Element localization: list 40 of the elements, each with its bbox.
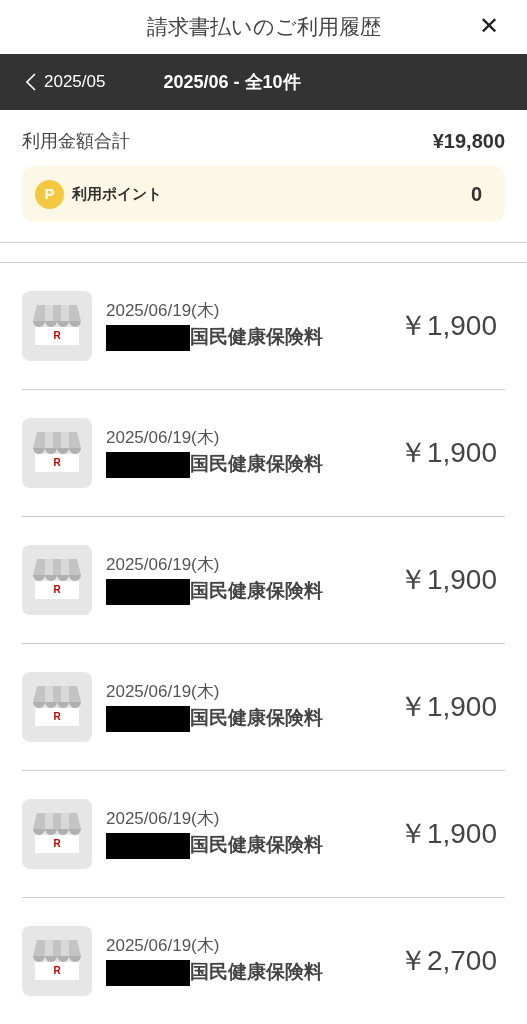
- store-icon: R: [22, 672, 92, 742]
- transaction-date: 2025/06/19(木): [106, 554, 221, 576]
- transaction-name: 国民健康保険料: [190, 325, 323, 350]
- transaction-row[interactable]: R 2025/06/19(木) 国民健康保険料 ￥1,900: [22, 644, 505, 771]
- store-icon: R: [22, 799, 92, 869]
- store-icon: R: [22, 291, 92, 361]
- transaction-date: 2025/06/19(木): [106, 808, 221, 830]
- current-month: 2025/06 - 全10件: [163, 70, 301, 94]
- transaction-amount: ￥1,900: [398, 309, 497, 343]
- points-label: 利用ポイント: [72, 183, 162, 204]
- transaction-name: 国民健康保険料: [190, 452, 323, 477]
- transaction-name: 国民健康保険料: [190, 706, 323, 731]
- transaction-amount: ￥1,900: [398, 563, 497, 597]
- transaction-name: 国民健康保険料: [190, 579, 323, 604]
- close-button[interactable]: ✕: [475, 10, 503, 42]
- chevron-left-icon: [26, 73, 36, 91]
- store-icon: R: [22, 418, 92, 488]
- points-value: 0: [470, 182, 482, 207]
- total-amount: ¥19,800: [432, 129, 505, 154]
- transaction-row[interactable]: R 2025/06/19(木) 国民健康保険料 ￥1,900: [22, 771, 505, 898]
- store-icon: R: [22, 545, 92, 615]
- store-icon: R: [22, 926, 92, 996]
- transaction-amount: ￥1,900: [398, 690, 497, 724]
- points-badge: P: [35, 179, 64, 209]
- total-label: 利用金額合計: [22, 129, 130, 153]
- screen-title: 請求書払いのご利用履歴: [146, 14, 381, 41]
- transaction-amount: ￥1,900: [398, 817, 497, 851]
- transaction-name: 国民健康保険料: [190, 960, 323, 985]
- previous-month-button[interactable]: 2025/05: [26, 69, 106, 95]
- transaction-amount: ￥1,900: [398, 436, 497, 470]
- transaction-amount: ￥2,700: [398, 944, 497, 978]
- transaction-row[interactable]: R 2025/06/19(木) 国民健康保険料 ￥1,900: [22, 517, 505, 644]
- transaction-row[interactable]: R 2025/06/19(木) 国民健康保険料 ￥2,700: [22, 898, 505, 1024]
- transaction-date: 2025/06/19(木): [106, 681, 221, 703]
- transaction-row[interactable]: R 2025/06/19(木) 国民健康保険料 ￥1,900: [22, 263, 505, 390]
- transaction-date: 2025/06/19(木): [106, 300, 221, 322]
- transaction-row[interactable]: R 2025/06/19(木) 国民健康保険料 ￥1,900: [22, 390, 505, 517]
- transaction-name: 国民健康保険料: [190, 833, 323, 858]
- transaction-date: 2025/06/19(木): [106, 427, 221, 449]
- transaction-date: 2025/06/19(木): [106, 935, 221, 957]
